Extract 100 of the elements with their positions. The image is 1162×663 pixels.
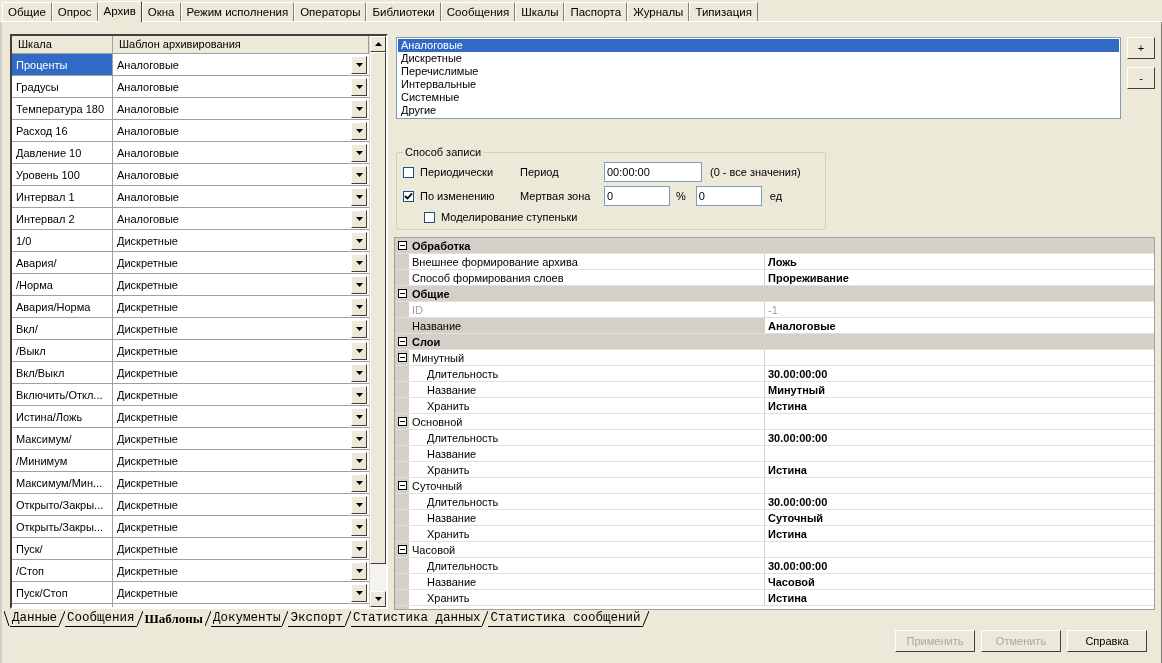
table-cell[interactable]: /Норма bbox=[12, 274, 113, 295]
checkbox-label[interactable]: Периодически bbox=[420, 166, 494, 178]
property-name[interactable]: Способ формирования слоев bbox=[409, 270, 765, 285]
table-cell[interactable]: Истина/Ложь bbox=[12, 406, 113, 427]
collapse-icon[interactable] bbox=[397, 481, 407, 490]
property-value[interactable]: Прореживание bbox=[768, 271, 849, 284]
list-item[interactable]: Дискретные bbox=[398, 52, 1119, 65]
sheet-tab[interactable]: Экспорт bbox=[288, 611, 345, 627]
table-cell[interactable]: Открыть/Закры... bbox=[12, 516, 113, 537]
list-action-button[interactable]: - bbox=[1127, 67, 1155, 89]
table-cell[interactable]: Пуск/ bbox=[12, 538, 113, 559]
collapse-icon[interactable] bbox=[397, 417, 407, 426]
list-item[interactable]: Аналоговые bbox=[398, 39, 1119, 52]
table-cell[interactable]: Расход 16 bbox=[12, 120, 113, 141]
checkbox[interactable] bbox=[403, 190, 414, 202]
property-value[interactable]: 30.00:00:00 bbox=[768, 495, 828, 508]
table-cell[interactable]: Вкл/Выкл bbox=[12, 362, 113, 383]
category-row[interactable]: Общие bbox=[395, 286, 1154, 302]
property-name[interactable]: Длительность bbox=[409, 366, 765, 381]
sheet-tab[interactable]: Статистика данных bbox=[350, 611, 483, 627]
table-cell[interactable]: Максимум/ bbox=[12, 428, 113, 449]
dropdown-button[interactable] bbox=[351, 143, 367, 162]
collapse-icon[interactable] bbox=[397, 289, 407, 298]
tab[interactable]: Шкалы bbox=[515, 2, 565, 21]
dialog-button[interactable]: Справка bbox=[1067, 630, 1147, 652]
tab[interactable]: Сообщения bbox=[440, 2, 516, 21]
table-cell[interactable]: /Выкл bbox=[12, 340, 113, 361]
list-item[interactable]: Системные bbox=[398, 91, 1119, 104]
property-value[interactable]: Минутный bbox=[768, 383, 825, 396]
deadband-units-field[interactable]: 0 bbox=[695, 186, 762, 206]
collapse-icon[interactable] bbox=[397, 353, 407, 362]
scroll-down-button[interactable] bbox=[370, 591, 386, 607]
table-cell[interactable]: Интервал 2 bbox=[12, 208, 113, 229]
table-cell[interactable]: Вкл/ bbox=[12, 318, 113, 339]
dropdown-button[interactable] bbox=[351, 55, 367, 74]
property-value[interactable]: Часовой bbox=[768, 575, 815, 588]
property-value[interactable]: 30.00:00:00 bbox=[768, 559, 828, 572]
property-name[interactable]: Название bbox=[409, 382, 765, 397]
dropdown-button[interactable] bbox=[351, 363, 367, 382]
checkbox[interactable] bbox=[403, 166, 414, 178]
property-name[interactable]: Хранить bbox=[409, 398, 765, 413]
checkbox-label[interactable]: По изменению bbox=[420, 190, 495, 202]
table-cell[interactable]: 1/0 bbox=[12, 230, 113, 251]
property-name[interactable]: Внешнее формирование архива bbox=[409, 254, 765, 269]
tab[interactable]: Операторы bbox=[294, 2, 367, 21]
property-value[interactable]: Истина bbox=[768, 399, 807, 412]
scroll-up-button[interactable] bbox=[370, 36, 386, 52]
dropdown-button[interactable] bbox=[351, 473, 367, 492]
dropdown-button[interactable] bbox=[351, 253, 367, 272]
dropdown-button[interactable] bbox=[351, 121, 367, 140]
property-name[interactable]: Длительность bbox=[409, 494, 765, 509]
list-item[interactable]: Другие bbox=[398, 104, 1119, 117]
table-cell[interactable]: Максимум/Мин... bbox=[12, 472, 113, 493]
tab[interactable]: Режим исполнения bbox=[180, 2, 295, 21]
property-value[interactable]: Истина bbox=[768, 527, 807, 540]
table-cell[interactable]: Пуск/Стоп bbox=[12, 582, 113, 603]
sheet-tab[interactable]: Документы bbox=[210, 611, 283, 627]
dropdown-button[interactable] bbox=[351, 583, 367, 602]
dropdown-button[interactable] bbox=[351, 341, 367, 360]
table-cell[interactable]: Давление 10 bbox=[12, 142, 113, 163]
checkbox[interactable] bbox=[424, 211, 435, 223]
dropdown-button[interactable] bbox=[351, 561, 367, 580]
table-cell[interactable]: Интервал 1 bbox=[12, 186, 113, 207]
tab[interactable]: Опрос bbox=[51, 2, 98, 21]
property-name[interactable]: Длительность bbox=[409, 430, 765, 445]
property-value[interactable]: Истина bbox=[768, 463, 807, 476]
checkbox-label[interactable]: Моделирование ступеньки bbox=[441, 211, 578, 223]
collapse-icon[interactable] bbox=[397, 337, 407, 346]
tab[interactable]: Общие bbox=[2, 2, 52, 21]
property-value[interactable]: Суточный bbox=[768, 511, 824, 524]
tab[interactable]: Архив bbox=[97, 1, 142, 22]
property-value[interactable]: Истина bbox=[768, 591, 807, 604]
category-row[interactable]: Слои bbox=[395, 334, 1154, 350]
deadband-percent-field[interactable]: 0 bbox=[604, 186, 670, 206]
property-value[interactable]: Аналоговые bbox=[768, 319, 836, 332]
list-item[interactable]: Интервальные bbox=[398, 78, 1119, 91]
dropdown-button[interactable] bbox=[351, 165, 367, 184]
property-name[interactable]: Хранить bbox=[409, 462, 765, 477]
property-name[interactable]: Название bbox=[409, 446, 765, 461]
table-cell[interactable]: /Стоп bbox=[12, 560, 113, 581]
property-name[interactable]: Название bbox=[409, 318, 765, 333]
dropdown-button[interactable] bbox=[351, 495, 367, 514]
property-name[interactable]: Длительность bbox=[409, 558, 765, 573]
collapse-icon[interactable] bbox=[397, 241, 407, 250]
dropdown-button[interactable] bbox=[351, 231, 367, 250]
sheet-tab[interactable]: Сообщения bbox=[65, 611, 137, 627]
dropdown-button[interactable] bbox=[351, 99, 367, 118]
tab[interactable]: Журналы bbox=[627, 2, 690, 21]
tab[interactable]: Библиотеки bbox=[366, 2, 441, 21]
template-list[interactable]: Аналоговые Дискретные Перечислимые Интервальные Системные Другие bbox=[396, 37, 1121, 119]
dropdown-button[interactable] bbox=[351, 297, 367, 316]
list-item[interactable]: Перечислимые bbox=[398, 65, 1119, 78]
property-value[interactable]: 30.00:00:00 bbox=[768, 431, 828, 444]
table-cell[interactable]: Градусы bbox=[12, 76, 113, 97]
dropdown-button[interactable] bbox=[351, 187, 367, 206]
table-cell[interactable]: /Минимум bbox=[12, 450, 113, 471]
property-name[interactable]: Название bbox=[409, 574, 765, 589]
dropdown-button[interactable] bbox=[351, 319, 367, 338]
dropdown-button[interactable] bbox=[351, 209, 367, 228]
sheet-tab[interactable]: Статистика сообщений bbox=[488, 611, 643, 627]
